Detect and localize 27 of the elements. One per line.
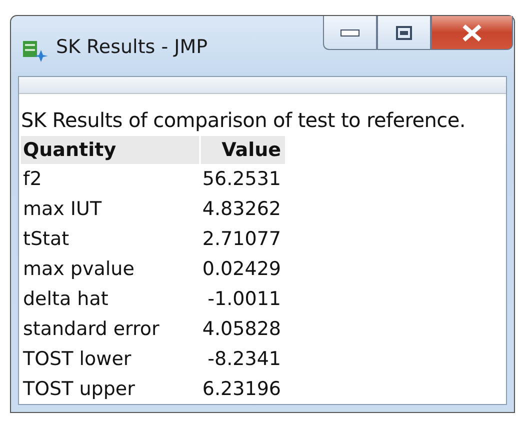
table-cell-text: -1.0011 (206, 287, 282, 312)
table-cell-text: TOST lower (22, 347, 132, 372)
close-button[interactable] (431, 16, 513, 50)
table-cell-text: f2 (22, 167, 43, 192)
table-cell-text: max IUT (22, 197, 103, 222)
table-cell-text: TOST upper (22, 377, 136, 402)
table-cell-text: 6.23196 (201, 377, 282, 402)
report-caption: SK Results of comparison of test to reference. (21, 108, 466, 132)
close-icon (461, 24, 483, 42)
table-cell-text: tStat (22, 227, 70, 252)
minimize-icon (340, 28, 360, 36)
table-cell-text: max pvalue (22, 257, 136, 282)
maximize-icon (396, 26, 412, 40)
maximize-button[interactable] (377, 16, 431, 50)
column-header: Value (199, 136, 285, 164)
table-cell-text: 4.83262 (201, 197, 282, 222)
table-cell-text: 4.05828 (201, 317, 282, 342)
table-cell-text: -8.2341 (206, 347, 282, 372)
table-icon (22, 38, 48, 62)
table-cell-text: 56.2531 (201, 167, 282, 192)
column-header: Quantity (21, 136, 199, 164)
table-cell-text: standard error (22, 317, 160, 342)
table-cell-text: 0.02429 (201, 257, 282, 282)
minimize-button[interactable] (323, 16, 377, 50)
table-cell-text: delta hat (22, 287, 110, 312)
window-title: SK Results - JMP (56, 36, 208, 58)
table-cell-text: 2.71077 (201, 227, 282, 252)
